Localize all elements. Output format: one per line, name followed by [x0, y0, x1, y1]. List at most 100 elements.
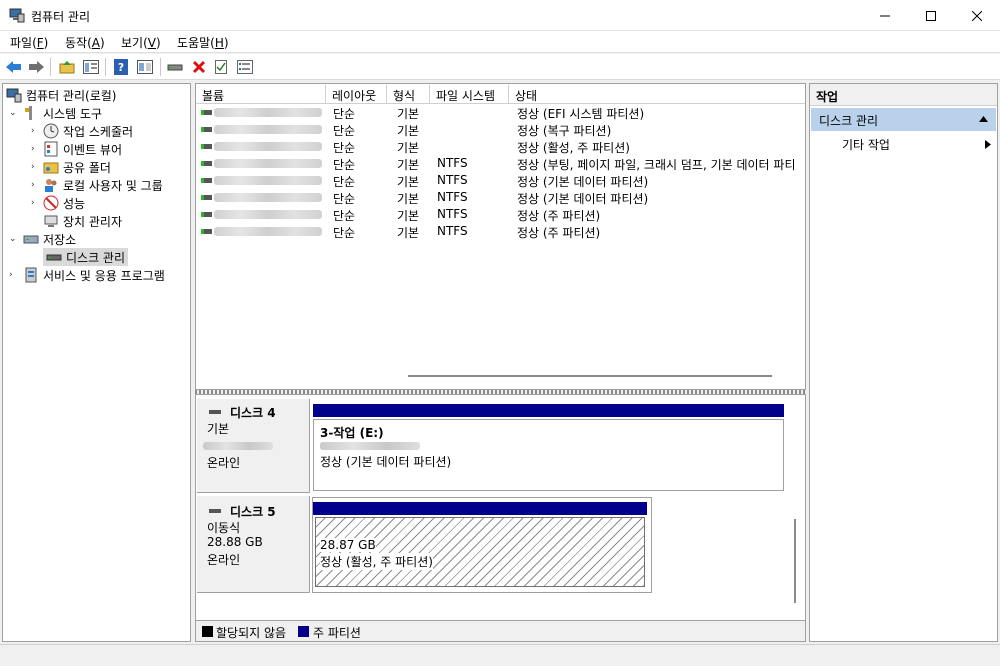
submenu-arrow-icon[interactable]	[985, 140, 991, 149]
tree-item-task-scheduler[interactable]: 작업 스케줄러	[43, 122, 133, 140]
column-header-type[interactable]: 형식	[387, 85, 430, 104]
tree-item-computer-management[interactable]: 컴퓨터 관리(로컬)	[6, 86, 116, 104]
table-row[interactable]: 단순 기본 정상 (활성, 주 파티션)	[196, 138, 805, 155]
partition-status: 정상 (기본 데이터 파티션)	[320, 455, 452, 469]
storage-icon	[23, 235, 39, 244]
actions-section-disk-management[interactable]: 디스크 관리	[811, 108, 996, 131]
disk-4-info[interactable]: 디스크 4 기본 온라인	[197, 399, 310, 493]
chevron-right-icon[interactable]: ›	[9, 270, 19, 280]
computer-management-icon	[9, 8, 25, 23]
disk-type: 기본	[207, 422, 230, 436]
actions-pane: 작업 디스크 관리 기타 작업	[809, 83, 998, 642]
disk-name: 디스크 4	[230, 406, 276, 420]
menu-help[interactable]: 도움말(H)	[177, 34, 229, 51]
redacted-disk-size	[203, 442, 273, 450]
chevron-down-icon[interactable]: ⌄	[9, 234, 19, 244]
vertical-scrollbar[interactable]	[794, 519, 796, 603]
clock-icon	[43, 123, 59, 139]
column-header-status[interactable]: 상태	[509, 85, 805, 104]
table-row[interactable]: 단순 기본 NTFS 정상 (주 파티션)	[196, 206, 805, 223]
tree-item-device-manager[interactable]: 장치 관리자	[43, 212, 122, 230]
volume-icon	[201, 212, 212, 217]
tools-icon	[25, 106, 32, 120]
partition-size: 28.87 GB	[320, 538, 376, 552]
title-bar: 컴퓨터 관리	[0, 0, 1000, 31]
list-button[interactable]	[235, 57, 255, 77]
menu-action[interactable]: 동작(A)	[65, 34, 105, 51]
chevron-down-icon[interactable]: ⌄	[9, 108, 19, 118]
table-row[interactable]: 단순 기본 NTFS 정상 (기본 데이터 파티션)	[196, 189, 805, 206]
forward-button[interactable]	[26, 57, 46, 77]
tree-item-local-users-groups[interactable]: 로컬 사용자 및 그룹	[43, 176, 163, 194]
show-hide-tree-button[interactable]	[81, 57, 101, 77]
properties-button[interactable]	[135, 57, 155, 77]
table-row[interactable]: 단순 기본 정상 (EFI 시스템 파티션)	[196, 104, 805, 121]
action-more-actions[interactable]: 기타 작업	[842, 136, 890, 153]
partition-e[interactable]: 3-작업 (E:) 정상 (기본 데이터 파티션)	[313, 419, 784, 491]
up-level-button[interactable]	[57, 57, 77, 77]
back-arrow-icon	[6, 61, 21, 73]
chevron-right-icon[interactable]: ›	[31, 180, 41, 190]
delete-button[interactable]	[189, 57, 209, 77]
toolbar: ?	[0, 54, 1000, 80]
tree-item-event-viewer[interactable]: 이벤트 뷰어	[43, 140, 122, 158]
volume-icon	[201, 110, 212, 115]
menu-file[interactable]: 파일(F)	[10, 34, 48, 51]
table-row[interactable]: 단순 기본 NTFS 정상 (기본 데이터 파티션)	[196, 172, 805, 189]
volume-icon	[201, 127, 212, 132]
partition-removable[interactable]: 28.87 GB 정상 (활성, 주 파티션)	[315, 517, 645, 587]
disk-icon	[46, 254, 62, 261]
column-header-volume[interactable]: 볼륨	[196, 85, 326, 104]
redacted-volume-name	[214, 142, 322, 151]
delete-icon	[192, 60, 206, 74]
help-button[interactable]: ?	[111, 57, 131, 77]
redacted-volume-name	[214, 210, 322, 219]
column-header-file-system[interactable]: 파일 시스템	[430, 85, 509, 104]
redacted-volume-name	[214, 125, 322, 134]
close-icon	[972, 10, 982, 21]
tree-item-disk-management[interactable]: 디스크 관리	[43, 248, 129, 266]
volume-icon	[201, 161, 212, 166]
menu-view[interactable]: 보기(V)	[121, 34, 161, 51]
performance-icon	[43, 195, 59, 211]
legend-label: 주 파티션	[313, 626, 361, 640]
tree-item-storage[interactable]: 저장소	[23, 230, 76, 248]
check-button[interactable]	[211, 57, 231, 77]
tree-item-system-tools[interactable]: 시스템 도구	[23, 104, 102, 122]
legend-label: 할당되지 않음	[216, 626, 287, 640]
table-row[interactable]: 단순 기본 NTFS 정상 (부팅, 페이지 파일, 크래시 덤프, 기본 데이…	[196, 155, 805, 172]
chevron-right-icon[interactable]: ›	[31, 162, 41, 172]
disk-5-info[interactable]: 디스크 5 이동식 28.88 GB 온라인	[197, 496, 310, 593]
table-row[interactable]: 단순 기본 NTFS 정상 (주 파티션)	[196, 223, 805, 240]
chevron-right-icon[interactable]: ›	[31, 144, 41, 154]
minimize-button[interactable]	[862, 0, 908, 31]
chevron-right-icon[interactable]: ›	[31, 126, 41, 136]
tree-item-performance[interactable]: 성능	[43, 194, 85, 212]
disk-icon	[209, 509, 221, 513]
shared-folder-icon	[43, 162, 59, 174]
column-header-layout[interactable]: 레이아웃	[326, 85, 387, 104]
back-button[interactable]	[4, 57, 24, 77]
disk-status: 온라인	[207, 456, 241, 470]
legend: 할당되지 않음 주 파티션	[196, 620, 805, 641]
maximize-button[interactable]	[908, 0, 954, 31]
volume-icon	[201, 178, 212, 183]
menu-bar: 파일(F) 동작(A) 보기(V) 도움말(H)	[0, 31, 1000, 53]
users-icon	[45, 179, 57, 192]
chevron-right-icon[interactable]: ›	[31, 198, 41, 208]
redacted-volume-name	[214, 159, 322, 168]
computer-management-icon	[6, 88, 22, 103]
redacted-volume-name	[214, 227, 322, 236]
disk-name: 디스크 5	[230, 505, 276, 519]
tree-item-shared-folders[interactable]: 공유 폴더	[43, 158, 111, 176]
horizontal-scrollbar[interactable]	[408, 375, 772, 377]
table-row[interactable]: 단순 기본 정상 (복구 파티션)	[196, 121, 805, 138]
tree-item-services-applications[interactable]: 서비스 및 응용 프로그램	[23, 266, 165, 284]
minimize-icon	[880, 15, 890, 16]
disk-status: 온라인	[207, 553, 241, 567]
close-button[interactable]	[954, 0, 1000, 31]
connect-drive-button[interactable]	[165, 57, 185, 77]
collapse-up-icon[interactable]	[979, 116, 988, 122]
disk-icon	[209, 410, 221, 414]
show-hide-tree-icon	[83, 60, 99, 74]
